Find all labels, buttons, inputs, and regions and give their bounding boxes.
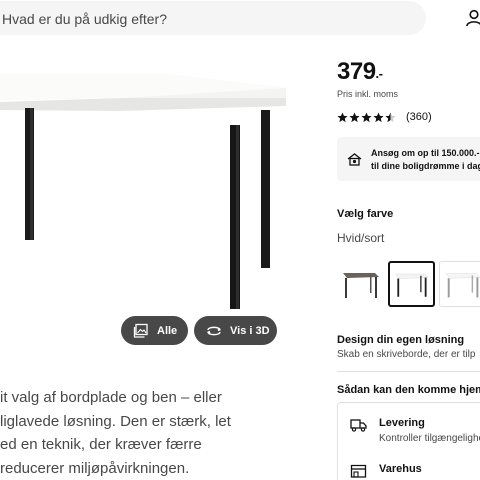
color-heading: Vælg farve (337, 208, 394, 220)
product-rating[interactable]: (360) (337, 111, 432, 123)
delivery-options: Levering Kontroller tilgængelighed Vareh… (337, 402, 480, 480)
price-suffix: .- (375, 66, 383, 81)
color-swatch-white-gray[interactable] (439, 261, 480, 307)
varehus-title: Varehus (379, 463, 422, 475)
view-all-images-button[interactable]: Alle (121, 316, 188, 345)
user-icon[interactable] (465, 9, 480, 27)
color-swatch-white-black[interactable] (388, 261, 435, 307)
star-icon (373, 111, 384, 122)
finance-line: Ansøg om op til 150.000.- (371, 148, 480, 158)
delivery-option-varehus[interactable]: Varehus (350, 463, 422, 478)
finance-banner[interactable]: Ansøg om op til 150.000.- til dine bolig… (337, 137, 480, 181)
star-icon (361, 111, 372, 122)
finance-line: til dine boligdrømme i dag (371, 161, 480, 171)
finance-icon (347, 153, 362, 166)
price-note: Pris inkl. moms (337, 89, 399, 99)
star-half-icon (385, 111, 396, 122)
selected-color-value: Hvid/sort (337, 231, 385, 245)
design-solution-subtext: Skab en skriveborde, der er tilp (337, 349, 476, 360)
rotate-3d-icon (207, 326, 221, 335)
section-divider (337, 371, 480, 372)
swatch-table-thumbnail (445, 273, 480, 298)
swatch-table-thumbnail (343, 273, 379, 298)
delivery-option-levering[interactable]: Levering Kontroller tilgængelighed (350, 417, 480, 444)
rating-stars (337, 111, 396, 123)
search-input[interactable] (2, 9, 382, 29)
color-swatch-dark[interactable] (337, 261, 384, 307)
view-3d-label: Vis i 3D (230, 324, 270, 337)
description-line: it valg af bordplade og ben – eller (0, 389, 222, 406)
search-bar[interactable] (0, 1, 426, 35)
star-icon (349, 111, 360, 122)
product-image[interactable] (0, 62, 300, 322)
price-main: 379 (337, 58, 376, 85)
finance-text: Ansøg om op til 150.000.- til dine bolig… (371, 147, 480, 173)
design-solution-heading[interactable]: Design din egen løsning (337, 334, 464, 346)
gallery-icon (133, 323, 148, 338)
delivery-heading: Sådan kan den komme hjem (337, 384, 480, 396)
truck-icon (350, 419, 367, 432)
view-3d-button[interactable]: Vis i 3D (194, 316, 277, 345)
levering-title: Levering (379, 417, 425, 429)
product-price: 379.- (337, 58, 383, 86)
levering-subtext[interactable]: Kontroller tilgængelighed (379, 433, 480, 444)
store-icon (350, 464, 367, 478)
description-line: reducerer miljøpåvirkningen. (0, 459, 190, 477)
rating-count[interactable]: (360) (406, 111, 432, 123)
view-all-label: Alle (157, 324, 178, 337)
swatch-table-thumbnail (395, 273, 429, 297)
description-line: ed en teknik, der kræver færre (0, 436, 202, 453)
star-icon (337, 111, 348, 122)
product-description: it valg af bordplade og ben – eller ligl… (0, 386, 330, 480)
description-line: liglavede løsning. Den er stærk, let (0, 412, 231, 430)
